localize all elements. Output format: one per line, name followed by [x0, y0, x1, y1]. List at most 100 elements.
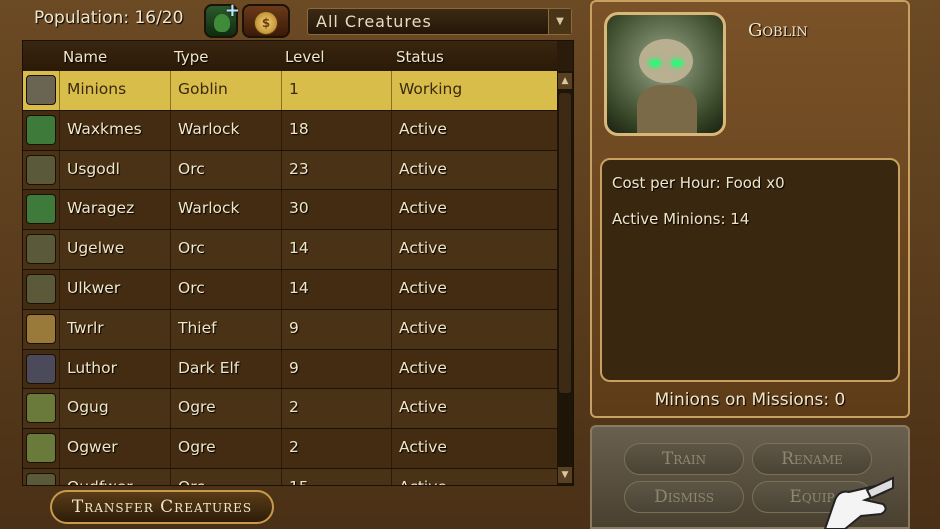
- column-divider: [281, 389, 282, 429]
- cell-name: Ugelwe: [67, 239, 125, 258]
- table-scrollbar[interactable]: ▲ ▼: [557, 71, 573, 485]
- table-row[interactable]: Waragez Warlock 30 Active: [23, 190, 557, 231]
- column-divider: [281, 269, 282, 309]
- column-divider: [281, 309, 282, 349]
- population-counter: Population: 16/20: [34, 8, 184, 28]
- creature-portrait-icon: [26, 75, 56, 105]
- column-divider: [59, 230, 60, 269]
- table-header: Name Type Level Status: [23, 41, 557, 71]
- creature-details-box: Cost per Hour: Food x0 Active Minions: 1…: [600, 158, 900, 382]
- column-divider: [281, 190, 282, 230]
- column-header-name[interactable]: Name: [63, 48, 107, 66]
- cell-type: Orc: [178, 159, 205, 178]
- cell-level: 2: [289, 398, 299, 417]
- creature-portrait-icon: [26, 273, 56, 304]
- column-divider: [281, 429, 282, 468]
- column-divider: [59, 309, 60, 349]
- cell-status: Active: [399, 318, 447, 337]
- dismiss-button[interactable]: Dismiss: [624, 481, 744, 513]
- column-divider: [59, 110, 60, 150]
- table-row[interactable]: Ugelwe Orc 14 Active: [23, 230, 557, 270]
- column-divider: [59, 468, 60, 485]
- creature-portrait-icon: [26, 472, 56, 485]
- column-divider: [170, 309, 171, 349]
- column-divider: [170, 110, 171, 150]
- creature-table: Name Type Level Status Minions Goblin 1 Wor…: [22, 40, 574, 486]
- table-row[interactable]: Twrlr Thief 9 Active: [23, 309, 557, 350]
- table-row[interactable]: Ogug Ogre 2 Active: [23, 389, 557, 430]
- cell-name: Oudfwer: [67, 478, 133, 485]
- column-divider: [59, 429, 60, 468]
- table-row[interactable]: Waxkmes Warlock 18 Active: [23, 110, 557, 151]
- column-divider: [170, 349, 171, 389]
- scroll-down-arrow-icon[interactable]: ▼: [558, 467, 572, 483]
- column-header-level[interactable]: Level: [285, 48, 325, 66]
- table-body: Minions Goblin 1 Working Waxkmes Warlock 18 Act…: [23, 71, 557, 485]
- table-row[interactable]: Luthor Dark Elf 9 Active: [23, 349, 557, 390]
- column-divider: [59, 389, 60, 429]
- cell-level: 23: [289, 159, 309, 178]
- creature-portrait-icon: [26, 234, 56, 265]
- table-row[interactable]: Minions Goblin 1 Working: [23, 71, 557, 111]
- transfer-creatures-button[interactable]: Transfer Creatures: [50, 490, 274, 524]
- cell-level: 9: [289, 318, 299, 337]
- hire-creature-button[interactable]: +: [204, 0, 240, 38]
- table-row[interactable]: Oudfwer Orc 15 Active: [23, 468, 557, 485]
- cell-name: Ulkwer: [67, 278, 121, 297]
- column-divider: [391, 349, 392, 389]
- column-divider: [170, 389, 171, 429]
- gold-button[interactable]: $: [242, 4, 290, 38]
- cell-level: 1: [289, 80, 299, 98]
- cell-type: Goblin: [178, 80, 228, 98]
- cell-status: Active: [399, 438, 447, 457]
- column-divider: [59, 150, 60, 190]
- cell-level: 30: [289, 199, 309, 218]
- cell-type: Thief: [178, 318, 217, 337]
- cell-type: Ogre: [178, 438, 216, 457]
- creature-info-panel: Goblin Cost per Hour: Food x0 Active Min…: [590, 0, 910, 418]
- creature-portrait-icon: [26, 194, 56, 225]
- cell-status: Active: [399, 358, 447, 377]
- column-divider: [391, 468, 392, 485]
- top-bar: Population: 16/20 + $ All Creatures ▼: [22, 0, 572, 38]
- cell-name: Ogwer: [67, 438, 118, 457]
- table-row[interactable]: Usgodl Orc 23 Active: [23, 150, 557, 191]
- table-row[interactable]: Ulkwer Orc 14 Active: [23, 269, 557, 310]
- scroll-up-arrow-icon[interactable]: ▲: [558, 73, 572, 89]
- cell-level: 9: [289, 358, 299, 377]
- train-button[interactable]: Train: [624, 443, 744, 475]
- creature-portrait-icon: [26, 433, 56, 464]
- creature-portrait: [604, 12, 726, 136]
- creature-portrait-icon: [26, 313, 56, 344]
- cell-status: Active: [399, 159, 447, 178]
- cell-type: Ogre: [178, 398, 216, 417]
- column-divider: [170, 71, 171, 110]
- table-row[interactable]: Ogwer Ogre 2 Active: [23, 429, 557, 469]
- creature-type-title: Goblin: [748, 20, 808, 41]
- creature-filter-dropdown[interactable]: All Creatures ▼: [307, 8, 572, 35]
- cell-level: 18: [289, 119, 309, 138]
- column-divider: [281, 349, 282, 389]
- gold-coin-icon: $: [254, 11, 278, 35]
- cell-status: Active: [399, 478, 447, 485]
- cell-type: Warlock: [178, 199, 240, 218]
- column-divider: [281, 468, 282, 485]
- cell-name: Waragez: [67, 199, 135, 218]
- column-divider: [391, 150, 392, 190]
- cell-name: Twrlr: [67, 318, 104, 337]
- creature-portrait-icon: [26, 154, 56, 185]
- cell-level: 2: [289, 438, 299, 457]
- creature-portrait-icon: [26, 353, 56, 384]
- cell-level: 14: [289, 278, 309, 297]
- cell-name: Ogug: [67, 398, 109, 417]
- cell-status: Active: [399, 398, 447, 417]
- column-header-status[interactable]: Status: [396, 48, 444, 66]
- column-divider: [391, 429, 392, 468]
- scroll-thumb[interactable]: [559, 93, 571, 393]
- column-divider: [391, 269, 392, 309]
- column-divider: [59, 349, 60, 389]
- column-divider: [281, 110, 282, 150]
- column-header-type[interactable]: Type: [174, 48, 208, 66]
- cell-name: Luthor: [67, 358, 117, 377]
- cell-status: Active: [399, 239, 447, 258]
